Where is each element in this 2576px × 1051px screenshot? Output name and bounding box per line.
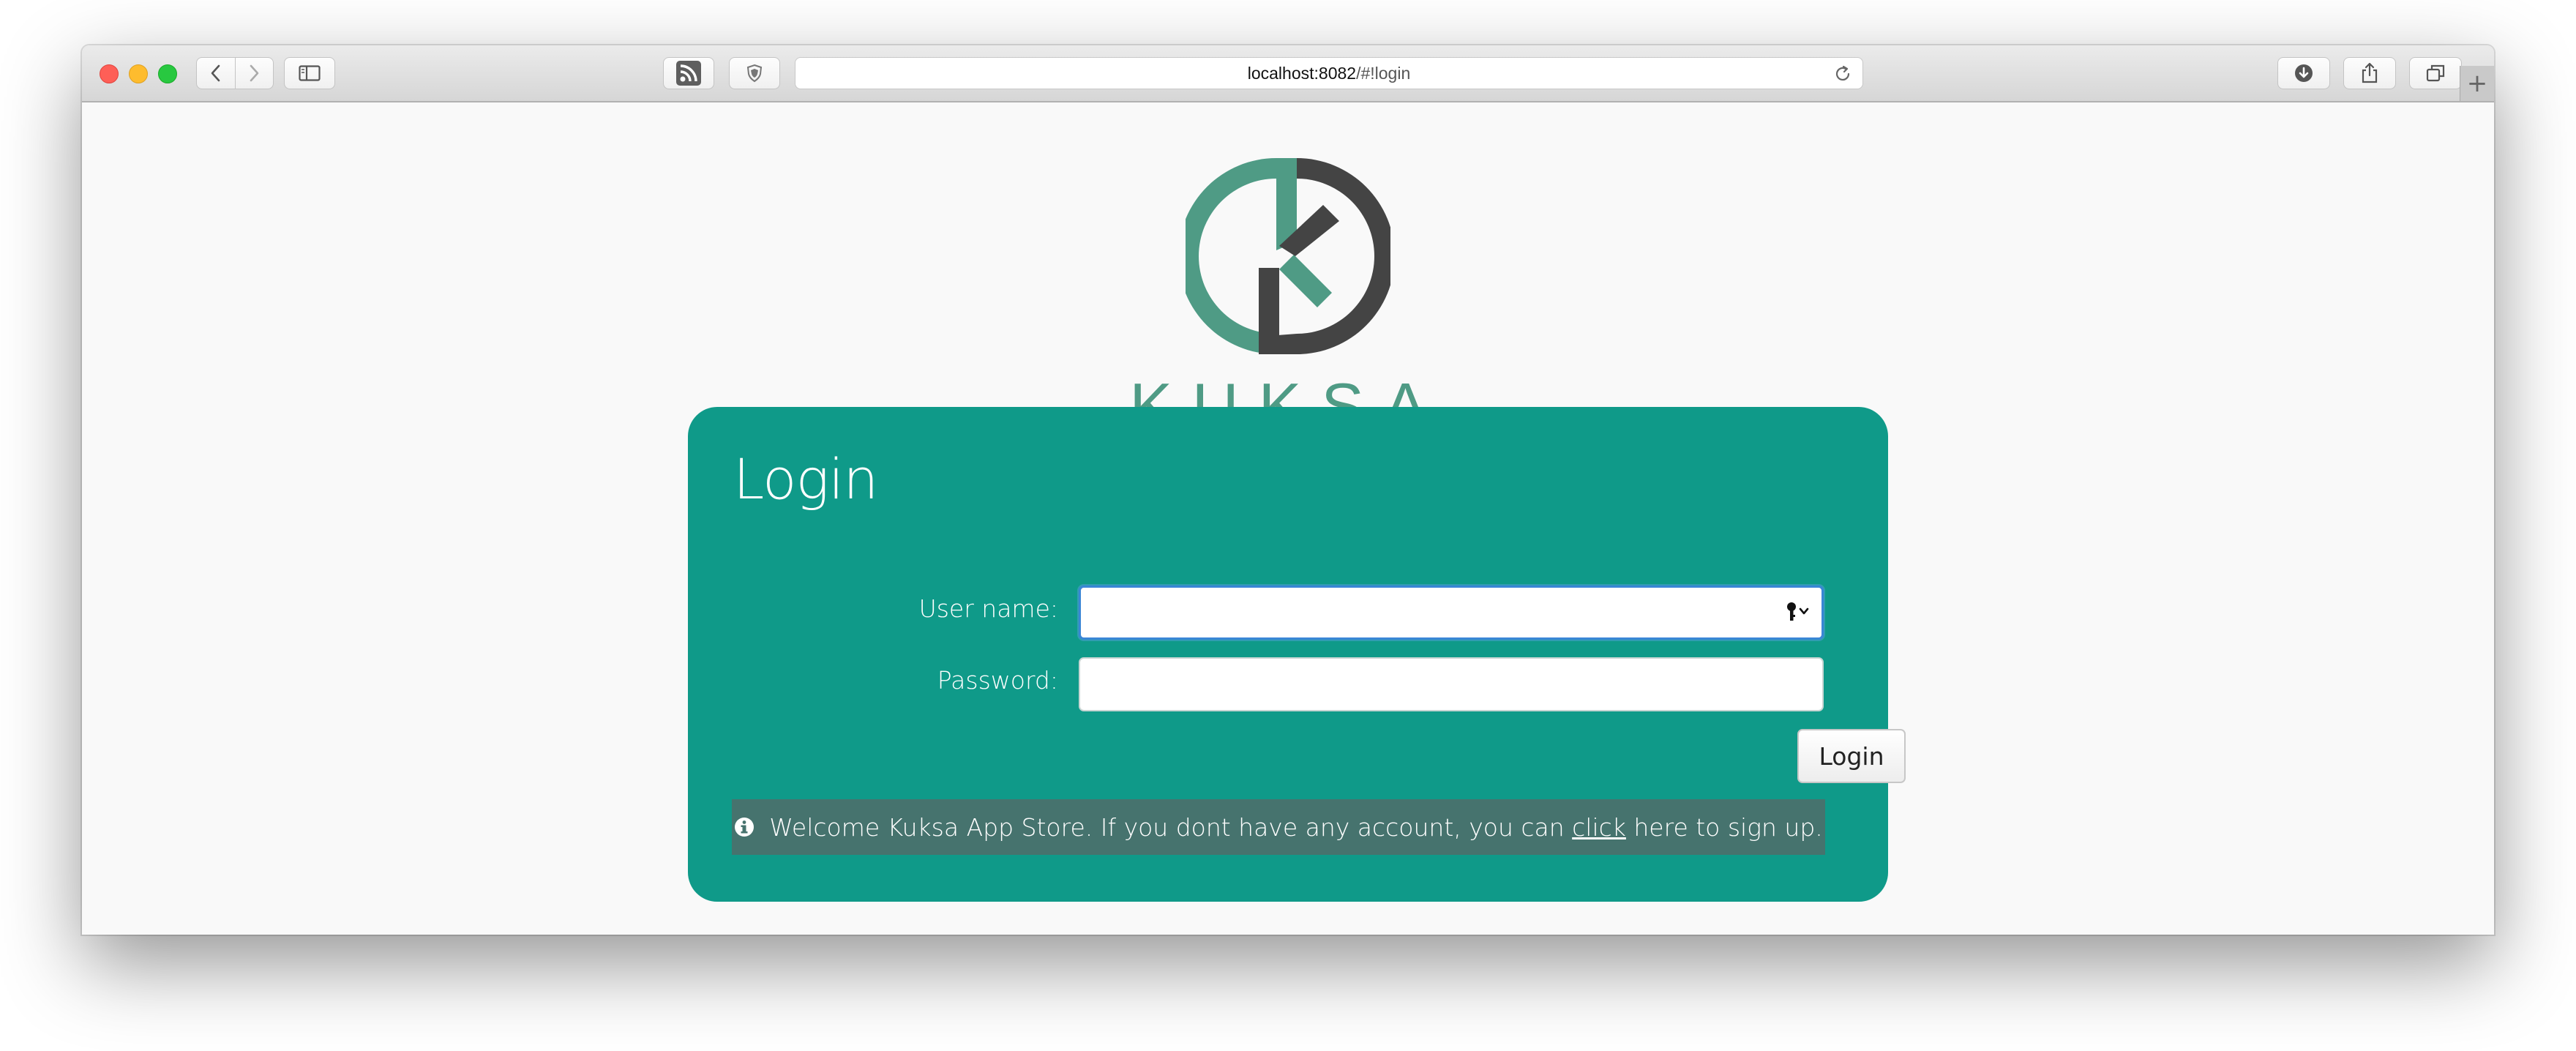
tabs-icon (2426, 64, 2445, 82)
forward-icon (250, 64, 259, 82)
share-icon (2362, 62, 2378, 83)
key-autofill-icon[interactable] (1786, 600, 1815, 624)
page-content: KUKSA Login User name: Password: Login W… (82, 102, 2494, 935)
username-input[interactable] (1079, 586, 1824, 640)
tabs-overview-button[interactable] (2409, 57, 2462, 89)
url-path: /#!login (1356, 63, 1411, 83)
downloads-button[interactable] (2277, 57, 2330, 89)
url-host: localhost:8082 (1247, 63, 1357, 83)
username-label: User name: (918, 594, 1058, 623)
signup-info-bar: Welcome Kuksa App Store. If you dont hav… (732, 799, 1825, 855)
forward-button[interactable] (234, 58, 274, 89)
back-icon (211, 64, 220, 82)
kuksa-logo (1186, 158, 1390, 354)
rss-button[interactable] (663, 57, 714, 89)
sidebar-icon (299, 65, 321, 81)
password-label: Password: (937, 666, 1058, 695)
share-button[interactable] (2343, 57, 2396, 89)
login-button[interactable]: Login (1797, 729, 1906, 783)
browser-toolbar: localhost:8082/#!login + (82, 45, 2494, 102)
back-button[interactable] (197, 58, 235, 89)
reload-icon (1835, 65, 1850, 81)
password-input[interactable] (1079, 657, 1824, 711)
reload-button[interactable] (1833, 64, 1852, 88)
minimize-window-button[interactable] (129, 64, 148, 83)
zoom-window-button[interactable] (158, 64, 177, 83)
navigation-buttons (196, 57, 274, 89)
info-text-before: Welcome Kuksa App Store. If you dont hav… (769, 812, 1565, 842)
address-bar[interactable]: localhost:8082/#!login (795, 57, 1863, 89)
privacy-button[interactable] (729, 57, 780, 89)
shield-icon (746, 64, 763, 83)
sidebar-button[interactable] (284, 57, 335, 89)
rss-icon (676, 61, 701, 86)
close-window-button[interactable] (100, 64, 119, 83)
login-card: Login User name: Password: Login Welcome… (688, 407, 1906, 902)
info-text-after: here to sign up. (1633, 812, 1823, 842)
login-title: Login (733, 446, 878, 512)
info-circle-icon (735, 818, 755, 837)
browser-window: localhost:8082/#!login + KUKSA Login Use… (82, 45, 2494, 935)
download-icon (2295, 64, 2313, 82)
new-tab-button[interactable]: + (2460, 66, 2494, 101)
signup-link[interactable]: click (1572, 813, 1626, 842)
